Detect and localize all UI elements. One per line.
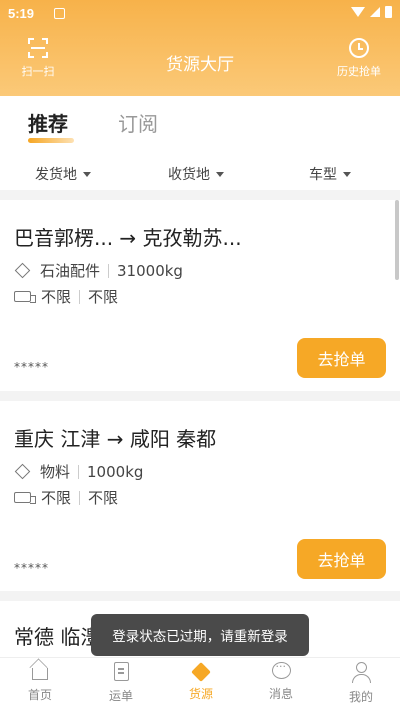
divider [79,289,81,304]
nav-label: 消息 [268,687,293,701]
cube-icon [14,262,31,279]
cargo-vehicle-row: 不限 不限 [14,286,118,307]
wifi-icon [351,7,365,17]
tab-subscribe[interactable]: 订阅 [118,108,158,137]
cargo-goods-row: 物料 1000kg [14,461,143,482]
active-tab-indicator [28,138,74,143]
tab-recommend[interactable]: 推荐 [28,108,68,137]
message-icon [271,660,291,679]
cargo-weight: 31000kg [117,261,183,280]
nav-item-profile[interactable]: 我的 [331,662,391,705]
cargo-card[interactable]: 重庆 江津 → 咸阳 秦都 物料 1000kg 不限 不限 ***** 去抢单 [0,401,400,591]
nav-item-cargo[interactable]: 货源 [171,662,231,702]
bottom-nav: 首页 运单 货源 消息 我的 [0,657,400,711]
nav-label: 货源 [188,687,213,701]
session-expired-toast: 登录状态已过期，请重新登录 [91,614,309,656]
filter-destination[interactable]: 收货地 [168,164,224,184]
box-icon [191,662,211,682]
nav-item-waybill[interactable]: 运单 [91,662,151,704]
divider [78,464,80,479]
home-icon [32,668,48,680]
divider [108,263,110,278]
filter-vehicle-type[interactable]: 车型 [309,164,351,184]
vehicle-length: 不限 [41,489,72,507]
rating-stars: ***** [14,360,49,374]
filter-origin-label: 发货地 [35,167,77,183]
cargo-goods-row: 石油配件 31000kg [14,260,183,281]
vehicle-length: 不限 [41,288,72,306]
tabs-filter-area: 推荐 订阅 发货地 收货地 车型 [0,96,400,190]
nav-label: 运单 [108,689,133,703]
grab-order-button[interactable]: 去抢单 [297,539,386,579]
cargo-goods: 石油配件 [40,262,101,280]
history-label: 历史抢单 [337,65,381,78]
divider [79,490,81,505]
status-time: 5:19 [8,6,35,21]
vehicle-type: 不限 [88,288,119,306]
clock-icon [349,38,369,58]
dropdown-arrow-icon [216,171,224,177]
grab-order-button[interactable]: 去抢单 [297,338,386,378]
cargo-route: 巴音郭楞... → 克孜勒苏... [14,226,242,250]
filter-vehicle-label: 车型 [309,167,337,183]
cargo-vehicle-row: 不限 不限 [14,487,118,508]
battery-icon [385,6,392,18]
nav-item-messages[interactable]: 消息 [251,660,311,702]
cargo-goods: 物料 [40,463,71,481]
filter-origin[interactable]: 发货地 [35,164,91,184]
cargo-weight: 1000kg [87,462,144,481]
scrollbar[interactable] [395,200,399,280]
user-icon [351,662,371,683]
signal-icon [370,7,380,17]
truck-icon [14,291,36,303]
header: 5:19 扫一扫 货源大厅 历史抢单 [0,0,400,96]
dropdown-arrow-icon [83,171,91,177]
truck-icon [14,492,36,504]
filter-destination-label: 收货地 [168,167,210,183]
cargo-route: 常德 临澧 [14,625,101,649]
nav-label: 首页 [27,688,52,702]
notification-icon [54,8,65,19]
status-icons [351,6,392,18]
document-icon [113,662,129,681]
rating-stars: ***** [14,561,49,575]
history-grab-button[interactable]: 历史抢单 [324,38,394,88]
vehicle-type: 不限 [88,489,119,507]
cube-icon [14,463,31,480]
nav-label: 我的 [348,690,373,704]
nav-item-home[interactable]: 首页 [10,662,70,703]
cargo-route: 重庆 江津 → 咸阳 秦都 [14,427,217,451]
status-bar: 5:19 [0,0,400,28]
dropdown-arrow-icon [343,171,351,177]
cargo-card[interactable]: 巴音郭楞... → 克孜勒苏... 石油配件 31000kg 不限 不限 ***… [0,200,400,391]
